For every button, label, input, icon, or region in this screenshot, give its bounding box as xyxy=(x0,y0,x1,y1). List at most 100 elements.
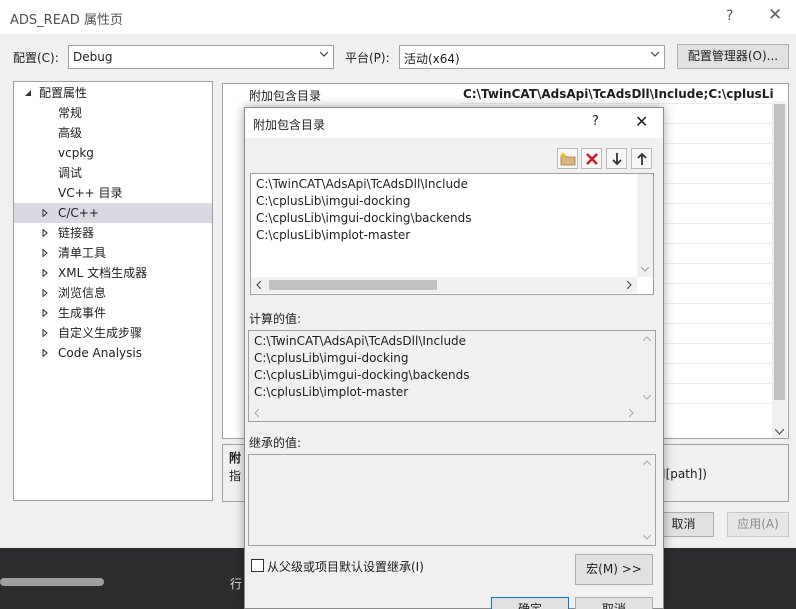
tree-item[interactable]: 调试 xyxy=(14,163,212,183)
chevron-right-icon[interactable] xyxy=(627,281,632,289)
inherit-checkbox-label[interactable]: 从父级或项目默认设置继承(I) xyxy=(267,558,424,575)
grid-scrollbar[interactable] xyxy=(772,101,787,438)
dialog-help-button[interactable]: ? xyxy=(592,114,599,129)
description-title: 附 xyxy=(229,451,242,465)
list-item[interactable]: C:\TwinCAT\AdsApi\TcAdsDll\Include xyxy=(256,177,468,191)
inherited-values-label: 继承的值: xyxy=(249,436,302,450)
chevron-up-icon[interactable] xyxy=(643,460,651,465)
tree-item[interactable]: 自定义生成步骤 xyxy=(14,323,212,343)
tree-item[interactable]: 高级 xyxy=(14,123,212,143)
inherited-values-list[interactable] xyxy=(248,454,656,546)
tree-item[interactable]: XML 文档生成器 xyxy=(14,263,212,283)
window-titlebar: ADS_READ 属性页 ? ✕ xyxy=(0,0,796,34)
tree-item[interactable]: 生成事件 xyxy=(14,303,212,323)
computed-values-label: 计算的值: xyxy=(249,312,302,326)
expand-triangle-icon[interactable] xyxy=(42,269,48,277)
move-up-icon xyxy=(637,152,647,165)
list-item[interactable]: C:\cplusLib\imgui-docking\backends xyxy=(256,211,472,225)
apply-button[interactable]: 应用(A) xyxy=(727,512,789,537)
expand-triangle-icon[interactable] xyxy=(42,229,48,237)
close-button[interactable]: ✕ xyxy=(768,5,782,25)
inherit-checkbox[interactable] xyxy=(251,559,264,572)
tree-root[interactable]: 配置属性 xyxy=(14,83,212,103)
dialog-cancel-button[interactable]: 取消 xyxy=(575,597,653,609)
new-line-button[interactable] xyxy=(557,148,578,169)
tree-item-label: 高级 xyxy=(58,126,83,140)
tree-item-label: XML 文档生成器 xyxy=(58,266,148,280)
tree-item-label: 自定义生成步骤 xyxy=(58,326,143,340)
chevron-left-icon[interactable] xyxy=(254,409,259,417)
config-label: 配置(C): xyxy=(13,51,59,65)
delete-icon xyxy=(586,153,598,165)
move-down-icon xyxy=(612,153,622,166)
tree-item-label: vcpkg xyxy=(58,146,94,160)
property-tree: 配置属性 常规高级 vcpkg 调试 VC++ 目录 C/C++ 链接器清单工具 XML 文… xyxy=(13,81,213,501)
edit-list-vscroll[interactable] xyxy=(637,174,653,277)
grid-divider xyxy=(461,103,773,104)
tree-item[interactable]: 常规 xyxy=(14,103,212,123)
expand-triangle-icon[interactable] xyxy=(42,329,48,337)
computed-list-hscroll[interactable] xyxy=(249,405,639,421)
platform-combo[interactable]: 活动(x64) xyxy=(399,45,665,69)
chevron-up-icon[interactable] xyxy=(643,336,651,341)
computed-values-list[interactable]: C:\TwinCAT\AdsApi\TcAdsDll\Include C:\cp… xyxy=(248,330,656,422)
chevron-down-icon[interactable] xyxy=(643,395,651,400)
tree-item-label: C/C++ xyxy=(58,206,99,220)
tree-item-label: 常规 xyxy=(58,106,83,120)
computed-list-vscroll[interactable] xyxy=(639,331,655,405)
chevron-down-icon xyxy=(320,51,328,57)
expand-triangle-icon[interactable] xyxy=(42,289,48,297)
help-button[interactable]: ? xyxy=(726,8,733,24)
edit-list-hscroll[interactable] xyxy=(251,277,637,293)
tree-item[interactable]: 链接器 xyxy=(14,223,212,243)
new-folder-icon xyxy=(560,152,576,166)
list-item[interactable]: C:\cplusLib\imgui-docking xyxy=(256,194,411,208)
ok-button[interactable]: 确定 xyxy=(491,597,569,609)
tree-item-label: VC++ 目录 xyxy=(58,186,123,200)
expand-triangle-icon[interactable] xyxy=(42,349,48,357)
include-dirs-dialog: 附加包含目录 ? ✕ C:\TwinCAT\AdsApi\TcAdsDll\In… xyxy=(244,107,664,609)
move-up-button[interactable] xyxy=(631,148,652,169)
include-dirs-edit-list[interactable]: C:\TwinCAT\AdsApi\TcAdsDll\Include C:\cp… xyxy=(250,173,654,295)
grid-property-name[interactable]: 附加包含目录 xyxy=(249,87,321,104)
move-down-button[interactable] xyxy=(606,148,627,169)
expand-triangle-icon[interactable] xyxy=(42,309,48,317)
config-combo[interactable]: Debug xyxy=(68,45,334,69)
config-manager-button[interactable]: 配置管理器(O)... xyxy=(677,44,789,69)
expand-triangle-icon[interactable] xyxy=(42,249,48,257)
chevron-left-icon[interactable] xyxy=(256,281,261,289)
grid-scroll-thumb[interactable] xyxy=(774,104,785,400)
tree-item-label: 链接器 xyxy=(58,226,95,240)
grid-property-value[interactable]: C:\TwinCAT\AdsApi\TcAdsDll\Include;C:\cp… xyxy=(463,87,773,101)
tree-item[interactable]: 浏览信息 xyxy=(14,283,212,303)
chevron-down-icon[interactable] xyxy=(643,535,651,540)
dialog-titlebar: 附加包含目录 ? ✕ xyxy=(245,108,663,138)
macro-button[interactable]: 宏(M) >> xyxy=(575,554,653,585)
chevron-down-icon[interactable] xyxy=(775,429,784,435)
tree-root-label: 配置属性 xyxy=(39,86,88,100)
list-item[interactable]: C:\cplusLib\implot-master xyxy=(256,228,410,242)
tree-item[interactable]: Code Analysis xyxy=(14,343,212,363)
tree-item[interactable]: C/C++ xyxy=(14,203,212,223)
list-item: C:\cplusLib\imgui-docking\backends xyxy=(254,368,470,382)
platform-value: 活动(x64) xyxy=(404,52,460,66)
inherited-list-vscroll[interactable] xyxy=(639,455,655,545)
ide-scrollbar[interactable] xyxy=(0,578,104,586)
tree-item[interactable]: vcpkg xyxy=(14,143,212,163)
chevron-down-icon[interactable] xyxy=(641,267,649,272)
dialog-title: 附加包含目录 xyxy=(253,118,326,132)
description-text: 指 xyxy=(229,469,242,483)
ide-row-label: 行 xyxy=(230,577,243,591)
config-value: Debug xyxy=(73,50,113,64)
tree-item[interactable]: 清单工具 xyxy=(14,243,212,263)
tree-item[interactable]: VC++ 目录 xyxy=(14,183,212,203)
chevron-right-icon[interactable] xyxy=(629,409,634,417)
dialog-close-button[interactable]: ✕ xyxy=(635,112,648,131)
list-item: C:\TwinCAT\AdsApi\TcAdsDll\Include xyxy=(254,334,467,348)
chevron-down-icon xyxy=(651,51,659,57)
edit-list-hscroll-thumb[interactable] xyxy=(269,280,437,290)
delete-line-button[interactable] xyxy=(581,148,602,169)
tree-item-label: Code Analysis xyxy=(58,346,142,360)
tree-item-label: 调试 xyxy=(58,166,83,180)
expand-triangle-icon[interactable] xyxy=(42,209,48,217)
